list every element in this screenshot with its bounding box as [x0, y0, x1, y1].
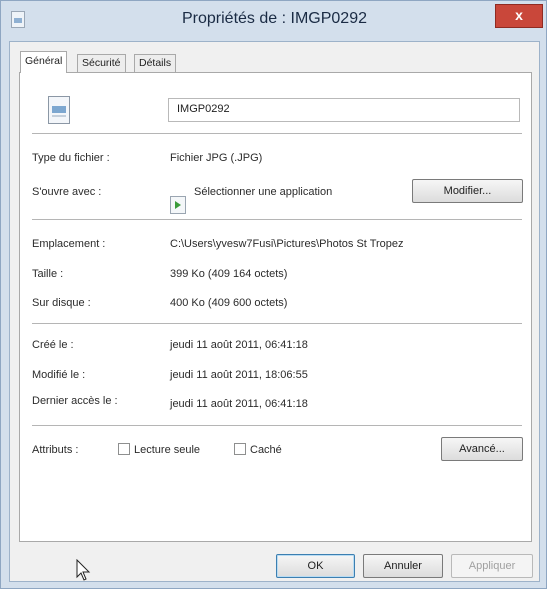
dialog-body: Général Sécurité Détails IMGP0292 Type d…: [9, 41, 540, 582]
mouse-cursor-icon: [76, 559, 91, 581]
file-name-field[interactable]: IMGP0292: [168, 98, 520, 122]
title-bar[interactable]: Propriétés de : IMGP0292 x: [1, 1, 547, 41]
hidden-checkbox[interactable]: [234, 443, 246, 455]
size-on-disk-label: Sur disque :: [32, 297, 91, 309]
file-type-label: Type du fichier :: [32, 152, 110, 164]
properties-window: Propriétés de : IMGP0292 x Général Sécur…: [0, 0, 547, 589]
created-label: Créé le :: [32, 339, 74, 351]
opens-with-value: Sélectionner une application: [194, 186, 333, 198]
modified-value: jeudi 11 août 2011, 18:06:55: [170, 369, 308, 381]
separator: [32, 323, 522, 324]
cancel-button[interactable]: Annuler: [363, 554, 443, 578]
hidden-label[interactable]: Caché: [250, 444, 282, 456]
tab-details-label: Détails: [139, 57, 172, 69]
separator: [32, 133, 522, 134]
file-type-value: Fichier JPG (.JPG): [170, 152, 263, 164]
read-only-label[interactable]: Lecture seule: [134, 444, 200, 456]
attributes-label: Attributs :: [32, 444, 79, 456]
tab-details[interactable]: Détails: [134, 54, 177, 72]
close-icon: x: [515, 7, 523, 23]
created-value: jeudi 11 août 2011, 06:41:18: [170, 339, 308, 351]
close-button[interactable]: x: [495, 4, 543, 28]
tab-general[interactable]: Général: [20, 51, 68, 73]
ok-button[interactable]: OK: [276, 554, 355, 578]
read-only-checkbox[interactable]: [118, 443, 130, 455]
separator: [32, 219, 522, 220]
last-accessed-label: Dernier accès le :: [32, 395, 118, 407]
size-on-disk-value: 400 Ko (409 600 octets): [170, 297, 288, 309]
location-label: Emplacement :: [32, 238, 106, 250]
file-name-value: IMGP0292: [177, 103, 230, 115]
location-value: C:\Users\yvesw7Fusi\Pictures\Photos St T…: [170, 238, 404, 250]
window-title: Propriétés de : IMGP0292: [182, 10, 367, 27]
size-label: Taille :: [32, 268, 64, 280]
application-icon: [170, 196, 186, 214]
general-tab-panel: IMGP0292 Type du fichier : Fichier JPG (…: [19, 72, 532, 542]
apply-button[interactable]: Appliquer: [451, 554, 533, 578]
tab-general-label: Général: [25, 55, 63, 67]
size-value: 399 Ko (409 164 octets): [170, 268, 288, 280]
file-icon: [48, 96, 70, 124]
tab-security[interactable]: Sécurité: [77, 54, 126, 72]
modified-label: Modifié le :: [32, 369, 86, 381]
change-button[interactable]: Modifier...: [412, 179, 523, 203]
opens-with-label: S'ouvre avec :: [32, 186, 102, 198]
tab-security-label: Sécurité: [82, 57, 121, 69]
separator: [32, 425, 522, 426]
last-accessed-value: jeudi 11 août 2011, 06:41:18: [170, 398, 308, 410]
advanced-button[interactable]: Avancé...: [441, 437, 523, 461]
